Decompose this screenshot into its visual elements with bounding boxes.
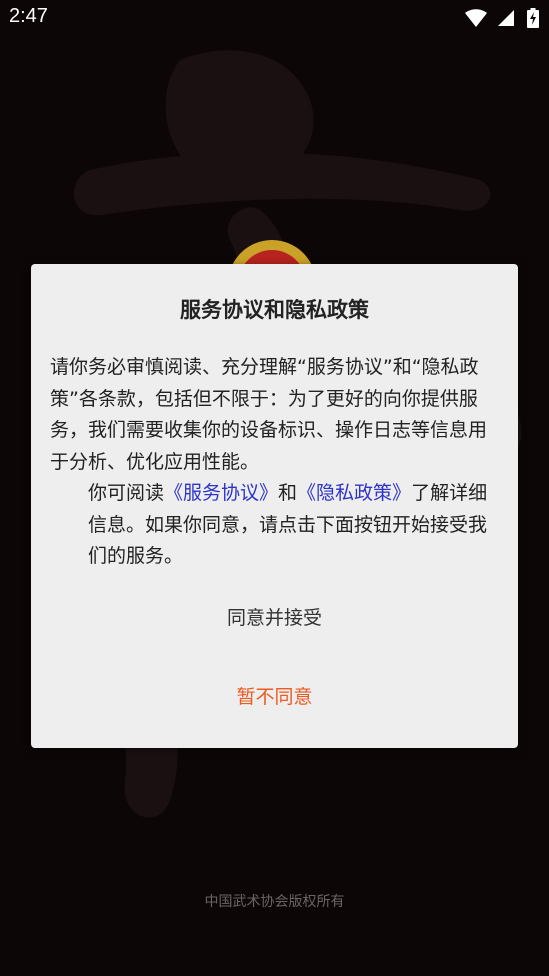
status-time: 2:47 [9,5,48,27]
status-icons [464,8,539,28]
decline-button[interactable]: 暂不同意 [31,677,518,717]
dialog-paragraph-1: 请你务必审慎阅读、充分理解“服务协议”和“隐私政策”各条款，包括但不限于：为了更… [50,356,488,473]
copyright-text: 中国武术协会版权所有 [204,894,345,910]
privacy-policy-link[interactable]: 《隐私政策》 [297,482,411,504]
dialog-paragraph-2: 你可阅读《服务协议》和《隐私政策》了解详细信息。如果你同意，请点击下面按钮开始接… [50,478,504,573]
battery-charging-icon [527,8,539,28]
privacy-policy-dialog: 服务协议和隐私政策 请你务必审慎阅读、充分理解“服务协议”和“隐私政策”各条款，… [31,264,518,748]
app-screen: 2:47 服务协议和隐私政策 请你务必审慎阅读、充分理解“服务协议”和“隐私政策… [0,0,549,976]
paragraph-2-prefix: 你可阅读 [88,482,165,504]
paragraph-2-conjunction: 和 [278,482,298,504]
dialog-body: 请你务必审慎阅读、充分理解“服务协议”和“隐私政策”各条款，包括但不限于：为了更… [50,352,504,573]
wifi-icon [464,9,487,27]
signal-icon [497,10,514,26]
status-bar: 2:47 [0,0,549,36]
service-agreement-link[interactable]: 《服务协议》 [164,482,278,504]
dialog-title: 服务协议和隐私政策 [180,298,369,322]
agree-button[interactable]: 同意并接受 [31,598,518,638]
